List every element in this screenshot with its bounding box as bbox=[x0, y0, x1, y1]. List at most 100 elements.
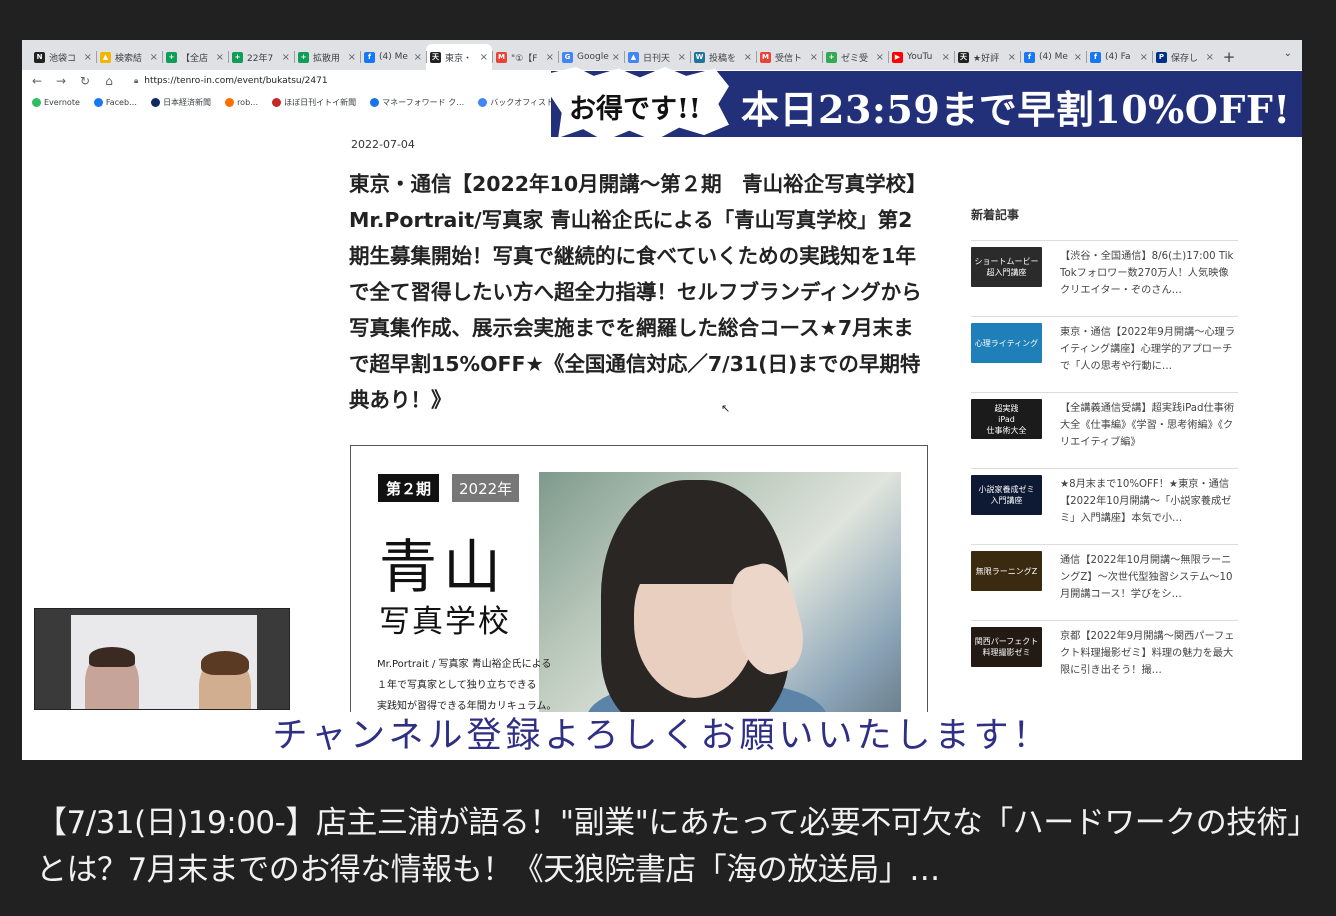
article-thumbnail[interactable]: 関西パーフェクト 料理撮影ゼミ bbox=[971, 627, 1042, 667]
recent-article-item[interactable]: 心理ライティング 東京・通信【2022年9月開講〜心理ライティング講座】心理学的ア… bbox=[971, 316, 1238, 392]
browser-tab[interactable]: N 池袋コ × bbox=[30, 44, 96, 70]
article-thumbnail[interactable]: 小説家養成ゼミ 入門講座 bbox=[971, 475, 1042, 515]
browser-tab[interactable]: +22年7 × bbox=[228, 44, 294, 70]
bookmark-label: Faceb… bbox=[105, 97, 138, 107]
close-tab-icon[interactable]: × bbox=[480, 52, 488, 63]
article-link-text[interactable]: 京都【2022年9月開講〜関西パーフェクト料理撮影ゼミ】料理の魅力を最大限に引き… bbox=[1060, 628, 1238, 679]
hero-desc-line: Mr.Portrait / 写真家 青山裕企氏による bbox=[377, 659, 552, 670]
bookmark-item[interactable]: ほぼ日刊イトイ新聞 bbox=[272, 97, 356, 108]
browser-tab[interactable]: + ゼミ受 × bbox=[822, 44, 888, 70]
reload-icon[interactable]: ↻ bbox=[78, 74, 92, 88]
close-tab-icon[interactable]: × bbox=[348, 52, 356, 63]
browser-tab[interactable]: ▲ 検索結 × bbox=[96, 44, 162, 70]
hero-description: Mr.Portrait / 写真家 青山裕企氏による １年で写真家として独り立ち… bbox=[377, 654, 577, 717]
close-tab-icon[interactable]: × bbox=[678, 52, 686, 63]
tab-label: 日刊天 bbox=[643, 53, 671, 64]
browser-tab[interactable]: 天東京・ × bbox=[426, 44, 492, 70]
article-title: 東京・通信【2022年10月開講〜第２期 青山裕企写真学校】Mr.Portrai… bbox=[349, 172, 927, 412]
close-tab-icon[interactable]: × bbox=[1074, 52, 1082, 63]
close-tab-icon[interactable]: × bbox=[942, 52, 950, 63]
bookmark-item[interactable]: バックオフィスト… bbox=[478, 97, 562, 108]
browser-tab[interactable]: W 投稿を × bbox=[690, 44, 756, 70]
article-thumbnail[interactable]: 超実践 iPad 仕事術大全 bbox=[971, 399, 1042, 439]
close-tab-icon[interactable]: × bbox=[810, 52, 818, 63]
recent-article-item[interactable]: 無限ラーニングZ 通信【2022年10月開講〜無限ラーニングZ】〜次世代型独習シス… bbox=[971, 544, 1238, 620]
close-tab-icon[interactable]: × bbox=[414, 52, 422, 63]
browser-tab[interactable]: + 【全店 × bbox=[162, 44, 228, 70]
article-link-text[interactable]: 通信【2022年10月開講〜無限ラーニングZ】〜次世代型独習システム〜10月開講… bbox=[1060, 552, 1238, 603]
forward-icon[interactable]: → bbox=[54, 74, 68, 88]
close-tab-icon[interactable]: × bbox=[1008, 52, 1016, 63]
article-link-text[interactable]: 【渋谷・全国通信】8/6(土)17:00 Tik Tokフォロワー数270万人！… bbox=[1060, 248, 1238, 299]
bookmark-label: ほぼ日刊イトイ新聞 bbox=[284, 97, 357, 107]
browser-tab[interactable]: f (4) Me × bbox=[1020, 44, 1086, 70]
home-icon[interactable]: ⌂ bbox=[102, 74, 116, 88]
hero-badge: 第２期 bbox=[378, 474, 440, 502]
close-tab-icon[interactable]: × bbox=[876, 52, 884, 63]
tab-label: (4) Fa bbox=[1105, 52, 1131, 62]
bookmark-icon bbox=[370, 97, 380, 107]
recent-article-item[interactable]: 小説家養成ゼミ 入門講座 ★8月末まで10%OFF！★東京・通信【2022年10月… bbox=[971, 468, 1238, 544]
article-link-text[interactable]: ★8月末まで10%OFF！★東京・通信【2022年10月開講〜「小説家養成ゼミ」… bbox=[1060, 476, 1238, 527]
browser-tab[interactable]: + 拡散用 × bbox=[294, 44, 360, 70]
close-tab-icon[interactable]: × bbox=[1140, 52, 1148, 63]
recent-article-item[interactable]: 超実践 iPad 仕事術大全 【全講義通信受講】超実践iPad仕事術大全《仕事編》… bbox=[971, 392, 1238, 468]
bookmark-label: Evernote bbox=[44, 97, 80, 107]
sale-main-text: 本日23:59まで早割10%OFF! bbox=[741, 87, 1291, 132]
article-thumbnail[interactable]: 無限ラーニングZ bbox=[971, 551, 1042, 591]
close-tab-icon[interactable]: × bbox=[282, 52, 290, 63]
sale-banner: お得です!! 本日23:59まで早割10%OFF! bbox=[551, 67, 1302, 141]
tab-label: "①【F bbox=[511, 53, 538, 64]
new-tab-button[interactable]: + bbox=[1218, 44, 1240, 70]
close-tab-icon[interactable]: × bbox=[150, 52, 158, 63]
browser-tab-strip: N 池袋コ × ▲ 検索結 × + 【全店 × +22年7 × + 拡散用 × f (4) Me × 天東京・ × M… bbox=[22, 40, 1302, 70]
close-tab-icon[interactable]: × bbox=[744, 52, 752, 63]
tab-label: YouTu bbox=[907, 52, 933, 62]
video-frame: N 池袋コ × ▲ 検索結 × + 【全店 × +22年7 × + 拡散用 × f (4) Me × 天東京・ × M… bbox=[22, 40, 1302, 760]
tab-label: 池袋コ bbox=[49, 53, 77, 64]
back-icon[interactable]: ← bbox=[30, 74, 44, 88]
browser-tab[interactable]: ▲ 日刊天 × bbox=[624, 44, 690, 70]
recent-article-item[interactable]: 関西パーフェクト 料理撮影ゼミ 京都【2022年9月開講〜関西パーフェクト料理撮影… bbox=[971, 620, 1238, 696]
bookmark-icon bbox=[225, 97, 235, 107]
sheets-icon: + bbox=[826, 51, 837, 63]
hero-title: 青山 bbox=[379, 533, 508, 601]
close-tab-icon[interactable]: × bbox=[84, 52, 92, 63]
video-title[interactable]: 【7/31(日)19:00-】店主三浦が語る！"副業"にあたって必要不可欠な「ハ… bbox=[36, 800, 1306, 894]
browser-tab[interactable]: f (4) Me × bbox=[360, 44, 426, 70]
recent-article-item[interactable]: ショートムービー 超入門講座 【渋谷・全国通信】8/6(土)17:00 Tik T… bbox=[971, 240, 1238, 316]
bookmark-icon bbox=[478, 97, 488, 107]
bookmark-item[interactable]: rob… bbox=[225, 97, 258, 107]
article-thumbnail[interactable]: 心理ライティング bbox=[971, 323, 1042, 363]
browser-tab[interactable]: G Google × bbox=[558, 44, 624, 70]
drive-icon: ▲ bbox=[100, 51, 111, 63]
article-link-text[interactable]: 東京・通信【2022年9月開講〜心理ライティング講座】心理学的アプローチで「人の… bbox=[1060, 324, 1238, 375]
facebook-icon: f bbox=[1024, 51, 1035, 63]
browser-tab[interactable]: M 受信ト × bbox=[756, 44, 822, 70]
bookmark-item[interactable]: 日本経済新聞 bbox=[151, 97, 211, 108]
url-text[interactable]: https://tenro-in.com/event/bukatsu/2471 bbox=[144, 76, 327, 86]
bookmark-item[interactable]: マネーフォワード ク… bbox=[370, 97, 464, 108]
bookmark-item[interactable]: Evernote bbox=[32, 97, 80, 107]
notion-icon: N bbox=[34, 51, 45, 63]
bookmark-icon bbox=[32, 97, 41, 107]
bookmark-item[interactable]: Faceb… bbox=[93, 97, 138, 107]
browser-tab[interactable]: f (4) Fa × bbox=[1086, 44, 1152, 70]
close-tab-icon[interactable]: × bbox=[1206, 52, 1214, 63]
bookmark-icon bbox=[272, 97, 282, 107]
browser-tab[interactable]: M "①【F × bbox=[492, 44, 558, 70]
tab-search-menu[interactable]: ⌄ bbox=[1284, 48, 1292, 59]
article-thumbnail[interactable]: ショートムービー 超入門講座 bbox=[971, 247, 1042, 287]
sale-burst-text: お得です!! bbox=[569, 94, 701, 125]
close-tab-icon[interactable]: × bbox=[612, 52, 620, 63]
bookmark-icon bbox=[151, 97, 161, 107]
tab-label: 22年7 bbox=[247, 53, 274, 64]
close-tab-icon[interactable]: × bbox=[546, 52, 554, 63]
browser-tab[interactable]: 天 ★好評 × bbox=[954, 44, 1020, 70]
browser-tab[interactable]: P 保存し × bbox=[1152, 44, 1218, 70]
browser-tab[interactable]: ▶ YouTu × bbox=[888, 44, 954, 70]
address-bar[interactable]: 🔒︎ https://tenro-in.com/event/bukatsu/24… bbox=[134, 76, 328, 86]
article-link-text[interactable]: 【全講義通信受講】超実践iPad仕事術大全《仕事編》《学習・思考術編》《クリエイ… bbox=[1060, 400, 1238, 451]
search-console-icon: G bbox=[562, 51, 573, 63]
close-tab-icon[interactable]: × bbox=[216, 52, 224, 63]
